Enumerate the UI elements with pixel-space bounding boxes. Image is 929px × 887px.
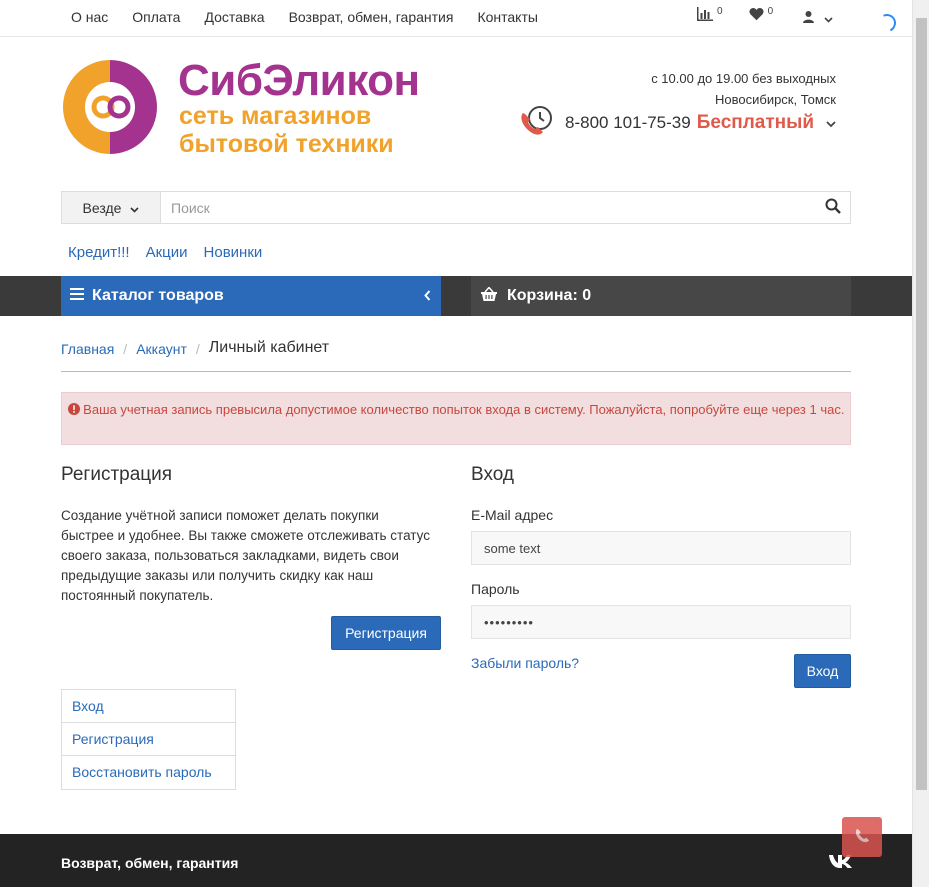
- site-logo[interactable]: СибЭликон сеть магазинов бытовой техники: [61, 56, 441, 158]
- footer-returns-link[interactable]: Возврат, обмен, гарантия: [61, 855, 238, 871]
- logo-name: СибЭликон: [178, 56, 420, 105]
- breadcrumb-home[interactable]: Главная: [61, 341, 114, 357]
- login-title: Вход: [471, 464, 514, 485]
- search-input[interactable]: [161, 192, 816, 223]
- side-item-register[interactable]: Регистрация: [62, 723, 235, 756]
- email-label: E-Mail адрес: [471, 507, 554, 523]
- breadcrumb: Главная / Аккаунт / Личный кабинет: [61, 339, 851, 372]
- quicklink-promos[interactable]: Акции: [146, 244, 188, 261]
- loading-spinner: [875, 11, 899, 35]
- heart-icon: [749, 7, 764, 24]
- register-button[interactable]: Регистрация: [331, 616, 441, 650]
- catalog-menu-button[interactable]: Каталог товаров: [61, 276, 441, 316]
- breadcrumb-separator: /: [195, 341, 200, 357]
- search-scope-dropdown[interactable]: Везде: [62, 192, 161, 223]
- login-attempts-alert: Ваша учетная запись превысила допустимое…: [61, 392, 851, 445]
- alert-text: Ваша учетная запись превысила допустимое…: [83, 402, 845, 417]
- logo-tagline-line2: бытовой техники: [179, 130, 394, 158]
- cart-label: Корзина: 0: [507, 287, 592, 304]
- topnav-about[interactable]: О нас: [71, 9, 108, 25]
- logo-emblem-icon: [63, 60, 157, 154]
- search-bar: Везде: [61, 191, 851, 224]
- user-icon: [803, 10, 815, 26]
- side-item-restore-password[interactable]: Восстановить пароль: [62, 756, 235, 789]
- topnav-contacts[interactable]: Контакты: [477, 9, 537, 25]
- chevron-down-icon: [824, 10, 833, 26]
- forgot-password-link[interactable]: Забыли пароль?: [471, 655, 579, 671]
- register-title: Регистрация: [61, 464, 173, 485]
- scrollbar-thumb[interactable]: [916, 18, 927, 790]
- breadcrumb-account[interactable]: Аккаунт: [136, 341, 187, 357]
- breadcrumb-separator: /: [123, 341, 128, 357]
- top-nav: О нас Оплата Доставка Возврат, обмен, га…: [59, 9, 550, 25]
- search-icon: [825, 198, 841, 217]
- wishlist-count: 0: [767, 6, 774, 17]
- account-dropdown[interactable]: [803, 10, 833, 26]
- email-field[interactable]: [471, 531, 851, 565]
- cart-button[interactable]: Корзина: 0: [471, 276, 851, 316]
- password-field[interactable]: [471, 605, 851, 639]
- breadcrumb-current: Личный кабинет: [208, 339, 330, 356]
- basket-icon: [481, 285, 497, 306]
- phone-row[interactable]: 8-800 101-75-39 Бесплатный: [519, 104, 836, 141]
- quicklink-credit[interactable]: Кредит!!!: [68, 244, 130, 261]
- chevron-down-icon: [130, 200, 140, 216]
- login-button[interactable]: Вход: [794, 654, 851, 688]
- work-hours: с 10.00 до 19.00 без выходных: [651, 71, 836, 86]
- compare-link[interactable]: 0: [697, 6, 723, 24]
- phone-icon: [854, 828, 870, 847]
- bar-chart-icon: [697, 7, 713, 24]
- scrollbar[interactable]: [912, 0, 929, 887]
- search-button[interactable]: [816, 192, 850, 223]
- wishlist-link[interactable]: 0: [749, 6, 774, 24]
- callback-button[interactable]: [842, 817, 882, 857]
- hamburger-icon: [70, 287, 84, 305]
- chevron-down-icon: [826, 115, 836, 131]
- topnav-returns[interactable]: Возврат, обмен, гарантия: [289, 9, 454, 25]
- search-scope-label: Везде: [82, 199, 122, 216]
- top-bar: О нас Оплата Доставка Возврат, обмен, га…: [0, 0, 912, 37]
- logo-tagline-line1: сеть магазинов: [179, 102, 372, 130]
- quick-links: Кредит!!! Акции Новинки: [68, 244, 278, 261]
- password-label: Пароль: [471, 581, 520, 597]
- phone-free-label: Бесплатный: [696, 111, 815, 133]
- catalog-label: Каталог товаров: [92, 287, 224, 304]
- compare-count: 0: [717, 6, 723, 17]
- account-side-list: Вход Регистрация Восстановить пароль: [61, 689, 236, 790]
- topnav-payment[interactable]: Оплата: [132, 9, 180, 25]
- register-description: Создание учётной записи поможет делать п…: [61, 508, 430, 603]
- footer: Возврат, обмен, гарантия: [0, 834, 912, 887]
- side-item-login[interactable]: Вход: [62, 690, 235, 723]
- quicklink-new[interactable]: Новинки: [204, 244, 263, 261]
- logo-tagline: сеть магазинов бытовой техники: [179, 102, 394, 158]
- exclamation-circle-icon: [67, 401, 80, 421]
- phone-clock-icon: [519, 104, 555, 141]
- top-icons: 0 0: [697, 6, 851, 26]
- menu-bar: Каталог товаров Корзина: 0: [0, 276, 912, 316]
- topnav-delivery[interactable]: Доставка: [204, 9, 264, 25]
- phone-number: 8-800 101-75-39: [565, 112, 691, 132]
- chevron-left-icon: [424, 288, 431, 306]
